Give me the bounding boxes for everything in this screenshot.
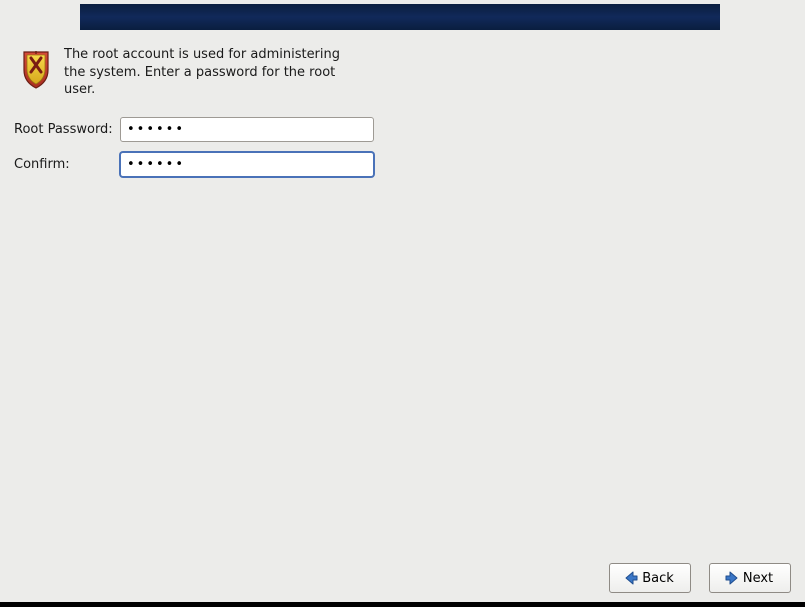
shield-icon — [18, 48, 54, 90]
intro-row: The root account is used for administeri… — [14, 46, 791, 99]
confirm-label: Confirm: — [14, 157, 120, 172]
arrow-left-icon — [622, 569, 640, 587]
back-button[interactable]: Back — [609, 563, 691, 593]
next-button-label: Next — [743, 571, 773, 586]
next-button[interactable]: Next — [709, 563, 791, 593]
root-password-input[interactable] — [120, 117, 374, 142]
root-password-row: Root Password: — [14, 117, 791, 142]
content-area: The root account is used for administeri… — [14, 46, 791, 187]
intro-text: The root account is used for administeri… — [64, 46, 364, 99]
arrow-right-icon — [723, 569, 741, 587]
back-button-label: Back — [642, 571, 674, 586]
root-password-label: Root Password: — [14, 122, 120, 137]
top-banner — [80, 4, 720, 30]
confirm-password-input[interactable] — [120, 152, 374, 177]
confirm-row: Confirm: — [14, 152, 791, 177]
navigation-bar: Back Next — [0, 563, 805, 593]
bottom-border — [0, 602, 805, 607]
